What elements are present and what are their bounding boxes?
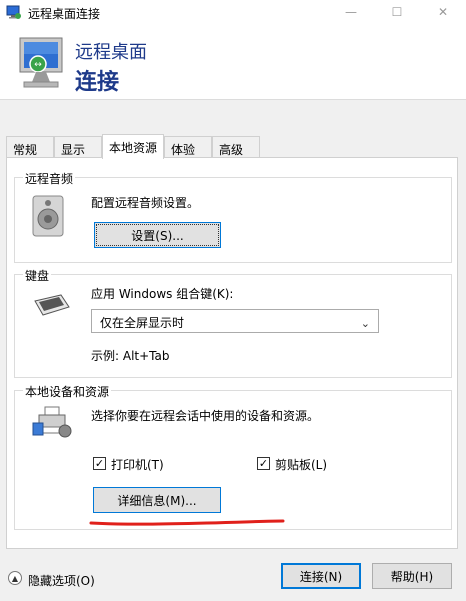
keyboard-combo-select[interactable]: 仅在全屏显示时 ⌄ <box>91 309 379 333</box>
banner-title-line2: 连接 <box>75 70 120 95</box>
keyboard-combo-label: 应用 Windows 组合键(K): <box>91 287 234 301</box>
remote-audio-group: 远程音频 配置远程音频设置。 设置(S)... <box>14 170 452 263</box>
hide-options-link[interactable]: 隐藏选项(O) <box>28 572 95 589</box>
chevron-up-icon[interactable]: ▲ <box>8 571 22 585</box>
banner-title-line1: 远程桌面 <box>75 42 147 63</box>
clipboard-checkbox[interactable]: ✓ <box>257 457 270 470</box>
connect-button[interactable]: 连接(N) <box>281 563 361 589</box>
speaker-icon <box>32 195 64 237</box>
more-details-button[interactable]: 详细信息(M)... <box>93 487 221 513</box>
audio-settings-button[interactable]: 设置(S)... <box>94 222 221 248</box>
keyboard-combo-value: 仅在全屏显示时 <box>100 316 185 330</box>
keyboard-group: 键盘 应用 Windows 组合键(K): 仅在全屏显示时 ⌄ 示例: Alt+… <box>14 267 452 378</box>
local-devices-title: 本地设备和资源 <box>23 383 112 400</box>
remote-audio-title: 远程音频 <box>23 170 76 187</box>
header-banner: ↔ 远程桌面 连接 <box>0 24 466 100</box>
keyboard-icon <box>34 294 70 316</box>
tab-panel-local-resources: 远程音频 配置远程音频设置。 设置(S)... 键盘 应用 Windows 组合… <box>6 157 458 549</box>
tab-experience[interactable]: 体验 <box>164 136 212 158</box>
window-title: 远程桌面连接 <box>28 7 101 21</box>
devices-icon <box>32 406 72 438</box>
printer-checkbox[interactable]: ✓ <box>93 457 106 470</box>
close-button[interactable]: ✕ <box>420 0 466 24</box>
maximize-button[interactable]: ☐ <box>374 0 420 24</box>
svg-text:↔: ↔ <box>34 60 42 70</box>
local-devices-description: 选择你要在远程会话中使用的设备和资源。 <box>91 409 320 423</box>
red-underline-annotation <box>89 519 285 526</box>
tab-advanced[interactable]: 高级 <box>212 136 260 158</box>
clipboard-label[interactable]: 剪贴板(L) <box>275 456 327 473</box>
title-bar: 远程桌面连接 — ☐ ✕ <box>0 0 466 24</box>
close-icon: ✕ <box>437 5 449 19</box>
chevron-down-icon: ⌄ <box>360 317 370 330</box>
remote-desktop-app-icon <box>6 5 21 19</box>
monitor-icon: ↔ <box>19 37 63 88</box>
remote-audio-description: 配置远程音频设置。 <box>91 196 200 210</box>
keyboard-title: 键盘 <box>23 267 52 284</box>
printer-label[interactable]: 打印机(T) <box>111 456 164 473</box>
tab-general[interactable]: 常规 <box>6 136 54 158</box>
tab-local-resources[interactable]: 本地资源 <box>102 134 164 159</box>
local-devices-group: 本地设备和资源 选择你要在远程会话中使用的设备和资源。 ✓ 打印机(T) ✓ 剪… <box>14 383 452 530</box>
help-button[interactable]: 帮助(H) <box>372 563 452 589</box>
keyboard-example: 示例: Alt+Tab <box>91 349 170 363</box>
tab-display[interactable]: 显示 <box>54 136 102 158</box>
minimize-button[interactable]: — <box>328 0 374 24</box>
maximize-icon: ☐ <box>391 5 403 19</box>
minimize-icon: — <box>345 5 357 19</box>
